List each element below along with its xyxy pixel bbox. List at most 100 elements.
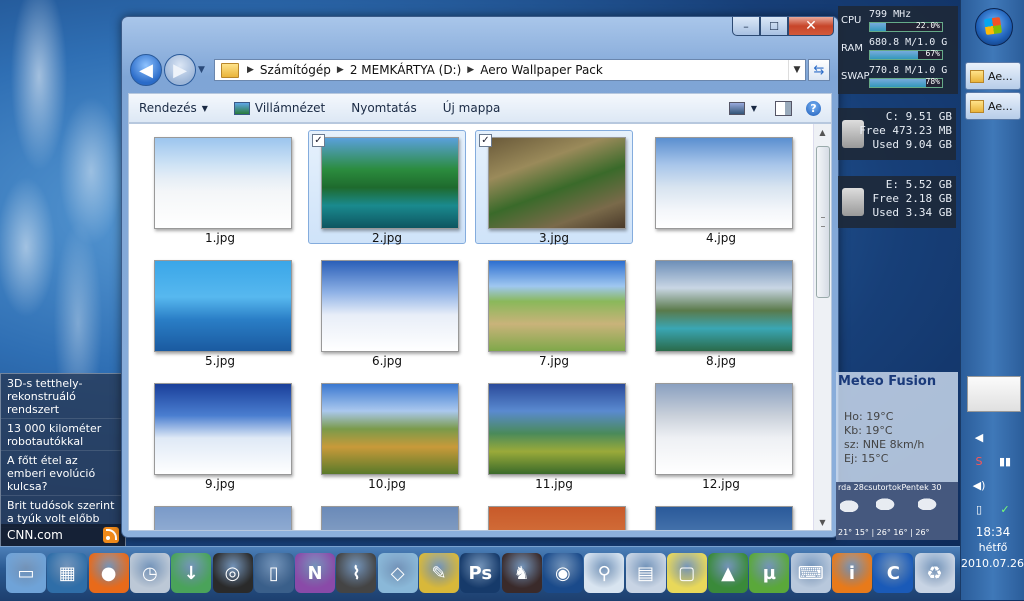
folder-icon: [970, 99, 984, 113]
network-icon[interactable]: ▦: [47, 553, 88, 593]
ram-percent: 67%: [925, 48, 940, 58]
change-view-icon[interactable]: [728, 101, 745, 115]
file-thumbnail[interactable]: 11.jpg: [475, 376, 633, 491]
onenote-icon[interactable]: N: [295, 553, 336, 593]
firefox-icon[interactable]: ●: [88, 553, 129, 593]
file-thumbnail[interactable]: 6.jpg: [308, 253, 466, 368]
news-item[interactable]: A főtt étel az emberi evolúció kulcsa?: [1, 451, 125, 496]
glass-icon[interactable]: ◇: [377, 553, 418, 593]
new-folder-button[interactable]: Új mappa: [443, 101, 501, 115]
minimize-button[interactable]: –: [732, 17, 760, 36]
file-thumbnail[interactable]: [141, 499, 299, 530]
horse-icon[interactable]: ♞: [501, 553, 542, 593]
breadcrumb-separator[interactable]: ▶: [245, 65, 256, 75]
breadcrumb-computer[interactable]: Számítógép: [256, 63, 335, 77]
selection-checkbox[interactable]: ✓: [312, 134, 325, 147]
ram-row: RAM 680.8 M/1.0 G 67%: [838, 34, 958, 62]
slideshow-button[interactable]: Villámnézet: [233, 101, 325, 115]
google-earth-icon[interactable]: ◉: [542, 553, 583, 593]
address-bar[interactable]: ▶ Számítógép ▶ 2 MEMKÁRTYA (D:) ▶ Aero W…: [214, 59, 806, 81]
show-hidden-icons[interactable]: ◀: [969, 428, 989, 446]
cpu-bar-fill: [870, 22, 886, 31]
breadcrumb-drive[interactable]: 2 MEMKÁRTYA (D:): [346, 63, 465, 77]
forecast-temps: 21° 15° | 26° 16° | 26°: [838, 528, 930, 537]
file-thumbnail[interactable]: 7.jpg: [475, 253, 633, 368]
taskbar-clock[interactable]: 18:34 hétfő 2010.07.26.: [961, 524, 1024, 572]
refresh-button[interactable]: ⇆: [808, 59, 830, 81]
monitor-icon[interactable]: ▲: [708, 553, 749, 593]
maximize-button[interactable]: ☐: [760, 17, 788, 36]
photoshop-icon[interactable]: Ps: [460, 553, 501, 593]
volume-icon[interactable]: ◀): [969, 476, 989, 494]
signal-icon[interactable]: ▮▮: [995, 452, 1015, 470]
download-icon[interactable]: ↓: [171, 553, 212, 593]
file-thumbnail[interactable]: [475, 499, 633, 530]
file-thumbnail[interactable]: 12.jpg: [642, 376, 800, 491]
ubisoft-icon[interactable]: ◎: [212, 553, 253, 593]
utorrent-icon[interactable]: µ: [749, 553, 790, 593]
organize-label: Rendezés: [139, 101, 197, 115]
notes-icon[interactable]: ▢: [666, 553, 707, 593]
magnifier-icon[interactable]: ⚲: [584, 553, 625, 593]
scroll-up-button[interactable]: ▲: [814, 124, 831, 140]
file-view[interactable]: 1.jpg ✓ 2.jpg ✓ 3.jpg 4.jpg 5.jpg 6.jpg 7.jpg 8.j…: [128, 123, 832, 531]
preview-pane-icon[interactable]: [775, 100, 792, 116]
recycle-bin-icon[interactable]: ♻: [914, 553, 955, 593]
view-options-dropdown[interactable]: ▼: [751, 104, 757, 113]
breadcrumb-separator[interactable]: ▶: [335, 65, 346, 75]
breadcrumb-separator[interactable]: ▶: [465, 65, 476, 75]
start-orb-icon[interactable]: [975, 8, 1013, 46]
recent-pages-dropdown[interactable]: ▼: [198, 65, 210, 75]
taskbar-item[interactable]: Ae...: [965, 62, 1021, 90]
swap-percent: 78%: [925, 76, 940, 86]
back-button[interactable]: ◀: [130, 54, 162, 86]
thumbnail-image: [321, 506, 459, 530]
print-button[interactable]: Nyomtatás: [351, 101, 416, 115]
computer-icon[interactable]: ▭: [6, 553, 46, 593]
file-thumbnail[interactable]: ✓ 2.jpg: [308, 130, 466, 245]
vertical-scrollbar[interactable]: ▲ ▼: [813, 124, 831, 530]
taskbar-item[interactable]: Ae...: [965, 92, 1021, 120]
drive-size: 9.51 GB: [905, 110, 952, 123]
file-thumbnail[interactable]: [308, 499, 466, 530]
thumbnail-image: [154, 137, 292, 229]
pen-input-icon[interactable]: [967, 376, 1021, 412]
breadcrumb-folder[interactable]: Aero Wallpaper Pack: [476, 63, 607, 77]
address-dropdown[interactable]: ▼: [788, 60, 805, 80]
folder-icon: [970, 69, 984, 83]
scroll-down-button[interactable]: ▼: [814, 514, 831, 530]
security-icon[interactable]: S: [969, 452, 989, 470]
clock-icon[interactable]: ◷: [129, 553, 170, 593]
thumbnail-image: [655, 506, 793, 530]
taskbar-item-label: Ae...: [988, 99, 1013, 113]
ccleaner-icon[interactable]: C: [873, 553, 914, 593]
paint-icon[interactable]: ✎: [419, 553, 459, 593]
keyboard-icon[interactable]: ⌨: [790, 553, 831, 593]
news-item[interactable]: 3D-s tetthely-rekonstruáló rendszert: [1, 374, 125, 419]
file-thumbnail[interactable]: [642, 499, 800, 530]
rss-icon[interactable]: [103, 527, 119, 543]
help-icon[interactable]: ?: [806, 100, 821, 116]
calculator-icon[interactable]: ▤: [625, 553, 666, 593]
scroll-thumb[interactable]: [816, 146, 830, 298]
file-thumbnail[interactable]: 8.jpg: [642, 253, 800, 368]
file-name: 11.jpg: [535, 477, 573, 491]
file-thumbnail[interactable]: 9.jpg: [141, 376, 299, 491]
selection-checkbox[interactable]: ✓: [479, 134, 492, 147]
cpu-row: CPU 799 MHz 22.0%: [838, 6, 958, 34]
file-thumbnail[interactable]: 1.jpg: [141, 130, 299, 245]
file-thumbnail[interactable]: 5.jpg: [141, 253, 299, 368]
file-thumbnail[interactable]: 10.jpg: [308, 376, 466, 491]
device-icon[interactable]: ▯: [969, 500, 989, 518]
forward-button[interactable]: ▶: [164, 54, 196, 86]
book-icon[interactable]: ▯: [253, 553, 294, 593]
organize-button[interactable]: Rendezés ▼: [139, 101, 208, 115]
flashlight-icon[interactable]: ⌇: [336, 553, 377, 593]
close-button[interactable]: ✕: [788, 17, 834, 36]
news-item[interactable]: 13 000 kilométer robotautókkal: [1, 419, 125, 451]
news-source[interactable]: CNN.com: [7, 528, 63, 542]
file-thumbnail[interactable]: ✓ 3.jpg: [475, 130, 633, 245]
action-center-icon[interactable]: ✓: [995, 500, 1015, 518]
file-thumbnail[interactable]: 4.jpg: [642, 130, 800, 245]
info-icon[interactable]: i: [832, 553, 872, 593]
